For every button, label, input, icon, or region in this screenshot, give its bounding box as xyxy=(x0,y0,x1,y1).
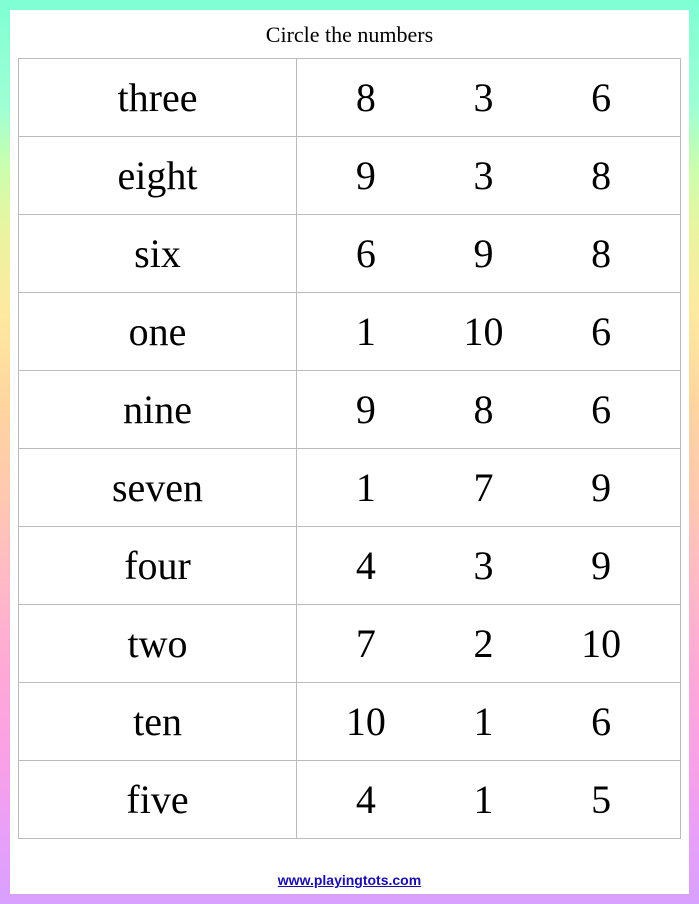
number-option[interactable]: 6 xyxy=(543,698,659,745)
number-option[interactable]: 6 xyxy=(543,386,659,433)
number-word: ten xyxy=(19,683,297,761)
number-options-cell: 7210 xyxy=(297,605,681,683)
number-options: 439 xyxy=(307,542,660,589)
number-option[interactable]: 6 xyxy=(543,308,659,355)
number-option[interactable]: 5 xyxy=(543,776,659,823)
table-row: eight938 xyxy=(19,137,681,215)
number-option[interactable]: 6 xyxy=(308,230,424,277)
number-option[interactable]: 3 xyxy=(425,152,541,199)
number-options: 179 xyxy=(307,464,660,511)
number-option[interactable]: 10 xyxy=(543,620,659,667)
number-options: 938 xyxy=(307,152,660,199)
number-option[interactable]: 8 xyxy=(543,152,659,199)
table-row: seven179 xyxy=(19,449,681,527)
worksheet-table: three836eight938six698one1106nine986seve… xyxy=(18,58,681,839)
number-option[interactable]: 4 xyxy=(308,776,424,823)
number-option[interactable]: 9 xyxy=(543,542,659,589)
number-options: 986 xyxy=(307,386,660,433)
number-option[interactable]: 3 xyxy=(425,74,541,121)
number-options-cell: 836 xyxy=(297,59,681,137)
number-word: two xyxy=(19,605,297,683)
number-option[interactable]: 1 xyxy=(308,464,424,511)
number-option[interactable]: 9 xyxy=(543,464,659,511)
number-word: four xyxy=(19,527,297,605)
number-word: five xyxy=(19,761,297,839)
number-option[interactable]: 1 xyxy=(308,308,424,355)
number-options: 7210 xyxy=(307,620,660,667)
number-option[interactable]: 9 xyxy=(425,230,541,277)
number-word: one xyxy=(19,293,297,371)
number-options-cell: 1016 xyxy=(297,683,681,761)
number-option[interactable]: 2 xyxy=(425,620,541,667)
table-row: five415 xyxy=(19,761,681,839)
worksheet-title: Circle the numbers xyxy=(18,18,681,58)
number-options: 836 xyxy=(307,74,660,121)
table-row: four439 xyxy=(19,527,681,605)
number-options-cell: 938 xyxy=(297,137,681,215)
table-row: six698 xyxy=(19,215,681,293)
table-row: three836 xyxy=(19,59,681,137)
table-row: two7210 xyxy=(19,605,681,683)
number-word: three xyxy=(19,59,297,137)
number-option[interactable]: 1 xyxy=(425,698,541,745)
number-option[interactable]: 8 xyxy=(308,74,424,121)
number-option[interactable]: 9 xyxy=(308,152,424,199)
number-options-cell: 179 xyxy=(297,449,681,527)
number-option[interactable]: 8 xyxy=(543,230,659,277)
number-options-cell: 698 xyxy=(297,215,681,293)
number-option[interactable]: 10 xyxy=(425,308,541,355)
number-word: eight xyxy=(19,137,297,215)
number-word: nine xyxy=(19,371,297,449)
number-options: 1106 xyxy=(307,308,660,355)
page-inner: Circle the numbers three836eight938six69… xyxy=(10,10,689,894)
number-option[interactable]: 9 xyxy=(308,386,424,433)
number-option[interactable]: 1 xyxy=(425,776,541,823)
table-row: one1106 xyxy=(19,293,681,371)
number-word: seven xyxy=(19,449,297,527)
number-option[interactable]: 6 xyxy=(543,74,659,121)
number-options: 1016 xyxy=(307,698,660,745)
table-row: nine986 xyxy=(19,371,681,449)
number-options: 698 xyxy=(307,230,660,277)
number-option[interactable]: 10 xyxy=(308,698,424,745)
table-row: ten1016 xyxy=(19,683,681,761)
number-options-cell: 439 xyxy=(297,527,681,605)
footer-link[interactable]: www.playingtots.com xyxy=(10,872,689,888)
number-option[interactable]: 4 xyxy=(308,542,424,589)
number-option[interactable]: 8 xyxy=(425,386,541,433)
number-options-cell: 986 xyxy=(297,371,681,449)
number-options-cell: 415 xyxy=(297,761,681,839)
number-option[interactable]: 3 xyxy=(425,542,541,589)
number-option[interactable]: 7 xyxy=(425,464,541,511)
number-options: 415 xyxy=(307,776,660,823)
number-word: six xyxy=(19,215,297,293)
number-option[interactable]: 7 xyxy=(308,620,424,667)
number-options-cell: 1106 xyxy=(297,293,681,371)
page-frame: Circle the numbers three836eight938six69… xyxy=(0,0,699,904)
